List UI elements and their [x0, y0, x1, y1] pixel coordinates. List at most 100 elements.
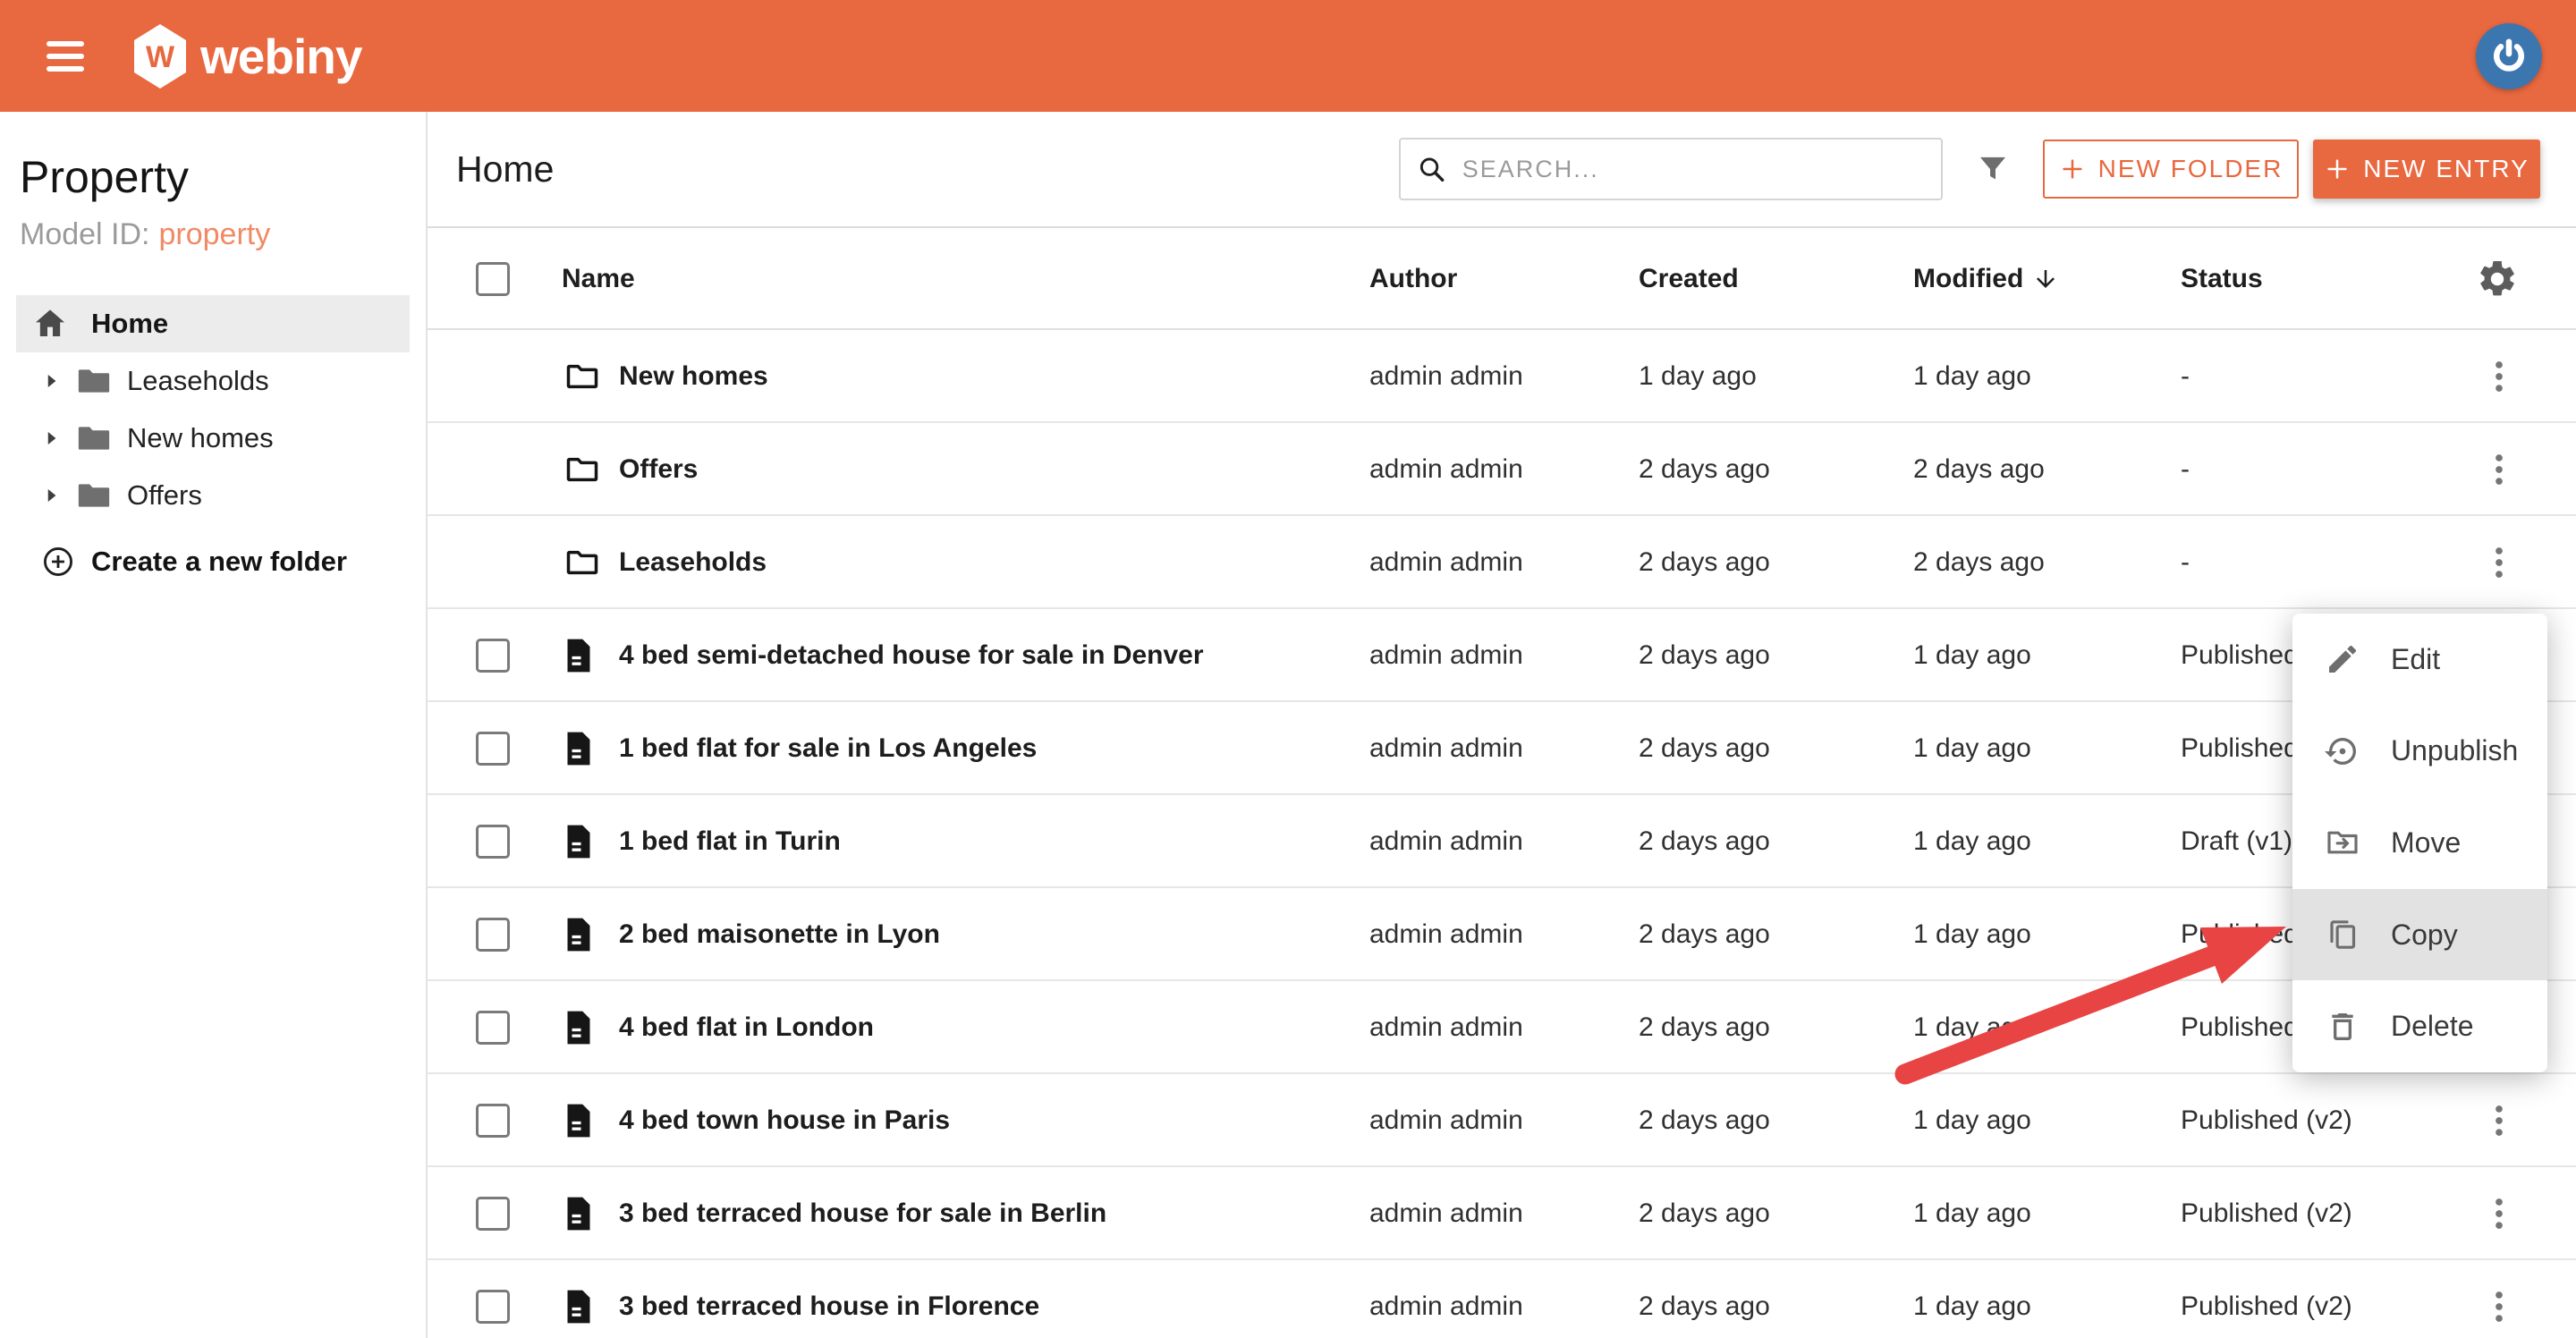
table-row-folder[interactable]: Offers admin admin 2 days ago 2 days ago… — [428, 423, 2576, 516]
table-row-entry[interactable]: 1 bed flat for sale in Los Angeles admin… — [428, 702, 2576, 795]
menu-item-copy[interactable]: Copy — [2292, 888, 2547, 981]
row-status: Published — [2181, 919, 2299, 949]
row-name[interactable]: 2 bed maisonette in Lyon — [619, 888, 940, 981]
sidebar-folder-label: Leaseholds — [127, 365, 269, 396]
sidebar-home-label: Home — [91, 308, 169, 339]
folder-icon — [78, 484, 110, 507]
table-row-entry[interactable]: 2 bed maisonette in Lyon admin admin 2 d… — [428, 888, 2576, 981]
folder-icon — [566, 364, 598, 389]
row-checkbox[interactable] — [476, 825, 510, 859]
row-checkbox[interactable] — [476, 918, 510, 952]
row-modified: 1 day ago — [1913, 1105, 2031, 1135]
row-name[interactable]: 1 bed flat in Turin — [619, 795, 841, 888]
row-actions-kebab-icon[interactable] — [2479, 1167, 2520, 1260]
table-row-entry[interactable]: 3 bed terraced house in Florence admin a… — [428, 1260, 2576, 1338]
row-checkbox[interactable] — [476, 732, 510, 766]
page-title: Home — [456, 148, 555, 190]
row-author: admin admin — [1369, 826, 1523, 856]
row-author: admin admin — [1369, 640, 1523, 670]
menu-item-label: Copy — [2391, 918, 2458, 951]
row-actions-kebab-icon[interactable] — [2479, 1074, 2520, 1167]
row-checkbox[interactable] — [476, 1197, 510, 1231]
row-name[interactable]: 3 bed terraced house in Florence — [619, 1260, 1039, 1338]
folder-icon — [566, 457, 598, 482]
menu-item-unpublish[interactable]: Unpublish — [2292, 706, 2547, 798]
chevron-right-icon[interactable] — [39, 369, 63, 393]
table-row-folder[interactable]: New homes admin admin 1 day ago 1 day ag… — [428, 330, 2576, 423]
row-name[interactable]: New homes — [619, 330, 768, 423]
row-created: 2 days ago — [1639, 1012, 1770, 1042]
chevron-right-icon[interactable] — [39, 427, 63, 450]
model-title: Property — [20, 152, 189, 202]
model-id-link[interactable]: property — [159, 217, 271, 251]
trash-icon — [2332, 1012, 2353, 1040]
row-created: 2 days ago — [1639, 1291, 1770, 1321]
row-modified: 1 day ago — [1913, 733, 2031, 763]
row-status: Published — [2181, 1012, 2299, 1042]
row-status: Published — [2181, 640, 2299, 670]
row-actions-kebab-icon[interactable] — [2479, 516, 2520, 609]
row-actions-kebab-icon[interactable] — [2479, 423, 2520, 516]
menu-item-edit[interactable]: Edit — [2292, 614, 2547, 706]
row-name[interactable]: 4 bed town house in Paris — [619, 1074, 950, 1167]
logo-letter: W — [146, 40, 175, 74]
row-created: 2 days ago — [1639, 826, 1770, 856]
row-author: admin admin — [1369, 547, 1523, 577]
document-icon — [567, 1290, 590, 1324]
plus-icon — [2063, 159, 2082, 179]
folder-icon — [78, 369, 110, 393]
menu-item-delete[interactable]: Delete — [2292, 980, 2547, 1072]
row-actions-kebab-icon[interactable] — [2479, 330, 2520, 423]
user-avatar[interactable] — [2476, 22, 2542, 89]
sidebar-folder-leaseholds[interactable]: Leaseholds — [0, 352, 426, 410]
row-name[interactable]: 3 bed terraced house for sale in Berlin — [619, 1167, 1106, 1260]
create-folder-button[interactable]: Create a new folder — [0, 533, 426, 590]
row-name[interactable]: Offers — [619, 423, 698, 516]
column-header-name[interactable]: Name — [562, 228, 635, 330]
table-row-entry[interactable]: 4 bed flat in London admin admin 2 days … — [428, 981, 2576, 1074]
table-row-folder[interactable]: Leaseholds admin admin 2 days ago 2 days… — [428, 516, 2576, 609]
table-row-entry[interactable]: 4 bed town house in Paris admin admin 2 … — [428, 1074, 2576, 1167]
new-entry-button[interactable]: NEW ENTRY — [2313, 140, 2540, 199]
table-row-entry[interactable]: 3 bed terraced house for sale in Berlin … — [428, 1167, 2576, 1260]
sidebar-folder-offers[interactable]: Offers — [0, 467, 426, 524]
row-name[interactable]: 1 bed flat for sale in Los Angeles — [619, 702, 1037, 795]
filter-button[interactable] — [1968, 144, 2018, 194]
new-folder-button[interactable]: NEW FOLDER — [2043, 140, 2299, 199]
row-context-menu: Edit Unpublish Move Copy Delete — [2292, 614, 2547, 1072]
row-actions-kebab-icon[interactable] — [2479, 1260, 2520, 1338]
row-modified: 1 day ago — [1913, 361, 2031, 391]
search-input[interactable] — [1462, 155, 1925, 183]
column-header-created[interactable]: Created — [1639, 228, 1739, 330]
sidebar-item-home[interactable]: Home — [16, 295, 410, 352]
chevron-right-icon[interactable] — [39, 484, 63, 507]
column-header-status[interactable]: Status — [2181, 228, 2263, 330]
menu-item-move[interactable]: Move — [2292, 797, 2547, 889]
row-checkbox[interactable] — [476, 639, 510, 673]
select-all-checkbox[interactable] — [476, 262, 510, 296]
table-settings-button[interactable] — [2476, 228, 2519, 330]
row-author: admin admin — [1369, 1198, 1523, 1228]
plus-circle-icon — [44, 547, 72, 576]
row-name[interactable]: Leaseholds — [619, 516, 767, 609]
row-checkbox[interactable] — [476, 1104, 510, 1138]
row-checkbox[interactable] — [476, 1011, 510, 1045]
column-header-modified[interactable]: Modified — [1913, 228, 2059, 330]
hamburger-menu-icon[interactable] — [47, 40, 84, 72]
table-header-row: Name Author Created Modified Status — [428, 228, 2576, 330]
row-modified: 1 day ago — [1913, 1012, 2031, 1042]
table-row-entry[interactable]: 4 bed semi-detached house for sale in De… — [428, 609, 2576, 702]
search-box[interactable] — [1399, 138, 1943, 200]
table-row-entry[interactable]: 1 bed flat in Turin admin admin 2 days a… — [428, 795, 2576, 888]
row-checkbox[interactable] — [476, 1290, 510, 1324]
row-created: 2 days ago — [1639, 733, 1770, 763]
folder-tree: Leaseholds New homes Offers — [0, 352, 426, 524]
row-created: 2 days ago — [1639, 547, 1770, 577]
row-name[interactable]: 4 bed semi-detached house for sale in De… — [619, 609, 1204, 702]
row-name[interactable]: 4 bed flat in London — [619, 981, 874, 1074]
column-header-author[interactable]: Author — [1369, 228, 1457, 330]
webiny-logo: W webiny — [134, 23, 362, 89]
sidebar-folder-new-homes[interactable]: New homes — [0, 410, 426, 467]
row-modified: 1 day ago — [1913, 1291, 2031, 1321]
table-body: New homes admin admin 1 day ago 1 day ag… — [428, 330, 2576, 1338]
